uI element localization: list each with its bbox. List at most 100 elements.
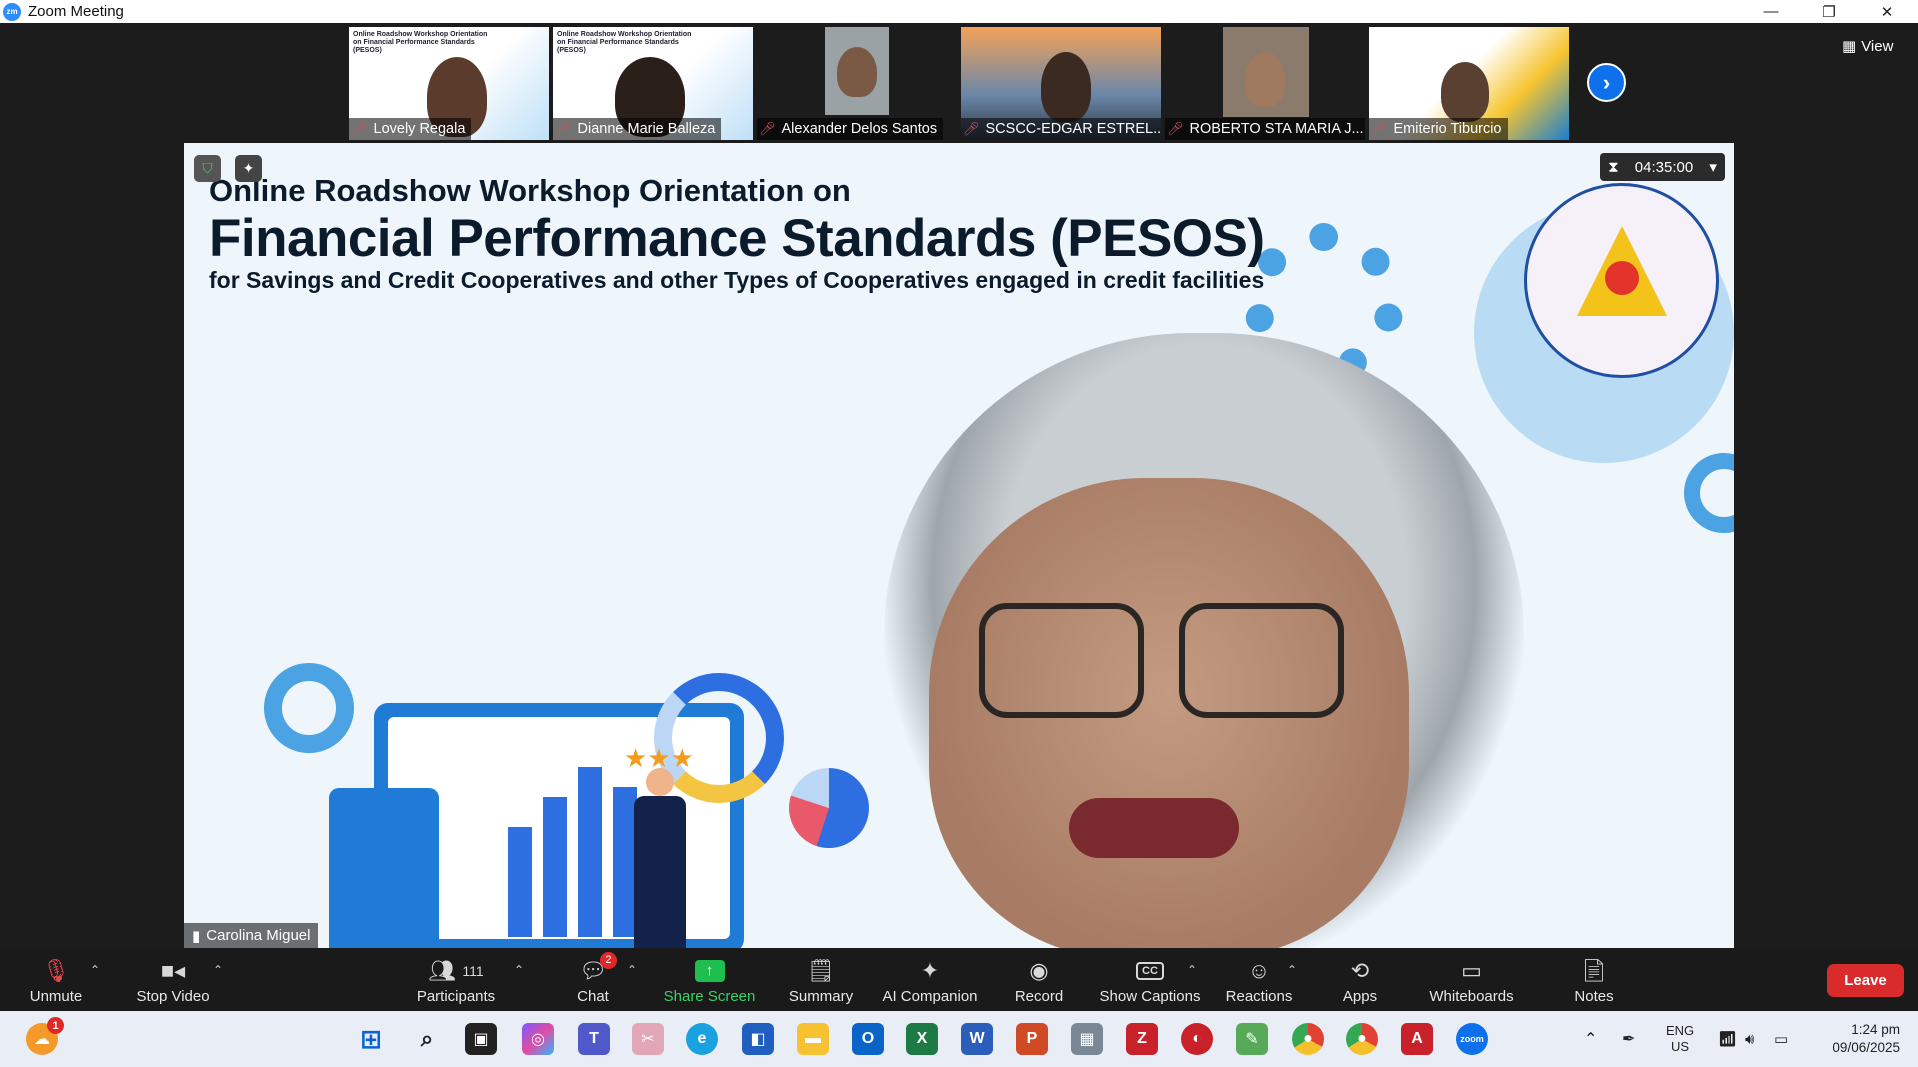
- zoom-taskbar-icon[interactable]: zoom: [1456, 1023, 1488, 1055]
- cda-seal: [1524, 183, 1719, 378]
- participants-options-caret[interactable]: ⌃: [514, 963, 524, 977]
- apps-button[interactable]: ⟲ Apps: [1338, 949, 1382, 1011]
- participant-tile[interactable]: 🎤︎ SCSCC-EDGAR ESTREL...: [961, 27, 1161, 140]
- participant-tile[interactable]: 🎤︎ ROBERTO STA MARIA J...: [1165, 27, 1365, 140]
- powerpoint-icon[interactable]: P: [1016, 1023, 1048, 1055]
- chat-badge: 2: [599, 951, 617, 969]
- participants-button[interactable]: 👥︎ 111 Participants: [410, 949, 502, 1011]
- snipping-tool-icon[interactable]: ✂: [632, 1023, 664, 1055]
- store-icon[interactable]: ◧: [742, 1023, 774, 1055]
- summary-icon: 🗒︎: [807, 957, 835, 983]
- view-button[interactable]: ▦ View: [1842, 37, 1893, 56]
- language-indicator[interactable]: ENG US: [1666, 1011, 1694, 1067]
- chat-button[interactable]: 💬︎ 2 Chat: [568, 949, 618, 1011]
- chat-icon: 💬︎ 2: [579, 951, 617, 986]
- captions-options-caret[interactable]: ⌃: [1187, 963, 1197, 977]
- acrobat-icon[interactable]: A: [1401, 1023, 1433, 1055]
- participant-name: 🎤︎ SCSCC-EDGAR ESTREL...: [961, 118, 1161, 140]
- glasses-right: [1179, 603, 1344, 718]
- share-screen-button[interactable]: ↑ Share Screen: [662, 949, 757, 1011]
- participant-name: 🎤︎ ROBERTO STA MARIA J...: [1165, 118, 1365, 140]
- unmute-button[interactable]: 🎙︎ Unmute: [25, 949, 87, 1011]
- stop-video-button[interactable]: ■◂ Stop Video: [133, 949, 213, 1011]
- copilot-icon[interactable]: ◎: [522, 1023, 554, 1055]
- reactions-options-caret[interactable]: ⌃: [1287, 963, 1297, 977]
- security-shield-icon[interactable]: ⛉: [194, 155, 221, 182]
- record-icon: ◉: [1029, 957, 1049, 983]
- app-icon[interactable]: ✎: [1236, 1023, 1268, 1055]
- presenter-illustration: [624, 768, 694, 948]
- notes-button[interactable]: 📄︎ Notes: [1570, 949, 1618, 1011]
- bar-icon: [543, 797, 567, 937]
- participant-tile[interactable]: Online Roadshow Workshop Orientation on …: [349, 27, 549, 140]
- participant-tile[interactable]: 🎤︎ Emiterio Tiburcio: [1369, 27, 1569, 140]
- participant-name: 🎤︎ Alexander Delos Santos: [757, 118, 944, 140]
- chat-options-caret[interactable]: ⌃: [627, 963, 637, 977]
- video-options-caret[interactable]: ⌃: [213, 963, 223, 977]
- reactions-button[interactable]: ☺ Reactions: [1224, 949, 1294, 1011]
- teams-icon[interactable]: T: [578, 1023, 610, 1055]
- signal-bars-icon: ▮: [192, 927, 201, 945]
- filezilla-icon[interactable]: Z: [1126, 1023, 1158, 1055]
- presenter-face: [929, 478, 1409, 948]
- bar-icon: [578, 767, 602, 937]
- share-screen-icon: ↑: [694, 956, 725, 986]
- bar-icon: [508, 827, 532, 937]
- rating-stars-icon: ★★★: [624, 743, 694, 773]
- participant-tile[interactable]: 🎤︎ Alexander Delos Santos: [757, 27, 957, 140]
- pen-icon[interactable]: ✒: [1622, 1011, 1635, 1067]
- summary-button[interactable]: 🗒︎ Summary: [786, 949, 856, 1011]
- wifi-icon[interactable]: 📶︎: [1718, 1011, 1737, 1067]
- muted-mic-icon: 🎙︎: [42, 957, 70, 983]
- illustration-phone: [329, 788, 439, 948]
- restore-button[interactable]: ❐: [1800, 0, 1858, 23]
- calculator-icon[interactable]: ▦: [1071, 1023, 1103, 1055]
- excel-icon[interactable]: X: [906, 1023, 938, 1055]
- show-captions-button[interactable]: CC Show Captions: [1097, 949, 1203, 1011]
- gear-decoration: [264, 663, 354, 753]
- ai-companion-icon: ✦: [920, 957, 940, 983]
- chrome-icon[interactable]: ●: [1292, 1023, 1324, 1055]
- whiteboards-button[interactable]: ▭ Whiteboards: [1424, 949, 1519, 1011]
- whiteboard-icon: ▭: [1461, 957, 1482, 983]
- file-explorer-icon[interactable]: ▬: [797, 1023, 829, 1055]
- leave-button[interactable]: Leave: [1827, 964, 1904, 997]
- minimize-button[interactable]: —: [1742, 0, 1800, 23]
- task-view-icon[interactable]: ▣: [465, 1023, 497, 1055]
- weather-badge: 1: [47, 1017, 64, 1034]
- presenter-body: [634, 796, 686, 948]
- thumb-slide-text: Online Roadshow Workshop Orientation on …: [353, 31, 488, 54]
- participants-count: 111: [462, 962, 484, 979]
- speaker-name: Carolina Miguel: [206, 927, 311, 944]
- participant-name: 🎤︎ Lovely Regala: [349, 118, 472, 140]
- ai-sparkle-icon[interactable]: ✦: [235, 155, 262, 182]
- close-button[interactable]: ✕: [1858, 0, 1916, 23]
- record-button[interactable]: ◉ Record: [1010, 949, 1068, 1011]
- participants-icon: 👥︎ 111: [428, 957, 484, 983]
- app-icon[interactable]: ◐: [1181, 1023, 1213, 1055]
- slide-title: Financial Performance Standards (PESOS): [209, 209, 1265, 268]
- word-icon[interactable]: W: [961, 1023, 993, 1055]
- participant-face: [837, 47, 877, 97]
- speaker-name-badge: ▮ Carolina Miguel: [184, 923, 319, 948]
- edge-icon[interactable]: e: [686, 1023, 718, 1055]
- audio-options-caret[interactable]: ⌃: [90, 963, 100, 977]
- weather-widget-icon[interactable]: ☁ 1: [26, 1017, 64, 1055]
- outlook-icon[interactable]: O: [852, 1023, 884, 1055]
- ai-companion-button[interactable]: ✦ AI Companion: [880, 949, 980, 1011]
- chevron-right-icon: ›: [1602, 69, 1611, 95]
- notes-icon: 📄︎: [1580, 957, 1608, 983]
- windows-start-icon[interactable]: ⊞: [355, 1023, 387, 1055]
- clock[interactable]: 1:24 pm 09/06/2025: [1815, 1011, 1900, 1067]
- chrome-profile-icon[interactable]: ●: [1346, 1023, 1378, 1055]
- reactions-icon: ☺: [1247, 957, 1271, 983]
- zoom-logo-icon: zm: [3, 2, 21, 21]
- next-page-button[interactable]: ›: [1587, 63, 1626, 102]
- meeting-timer[interactable]: ⧗ 04:35:00 ▾: [1600, 153, 1725, 181]
- volume-icon[interactable]: 🔊︎: [1745, 1011, 1754, 1067]
- tray-overflow-icon[interactable]: ⌃: [1584, 1011, 1597, 1067]
- glasses-left: [979, 603, 1144, 718]
- participant-tile[interactable]: Online Roadshow Workshop Orientation on …: [553, 27, 753, 140]
- battery-icon[interactable]: ▭: [1774, 1011, 1788, 1067]
- search-icon[interactable]: ⌕: [411, 1023, 443, 1055]
